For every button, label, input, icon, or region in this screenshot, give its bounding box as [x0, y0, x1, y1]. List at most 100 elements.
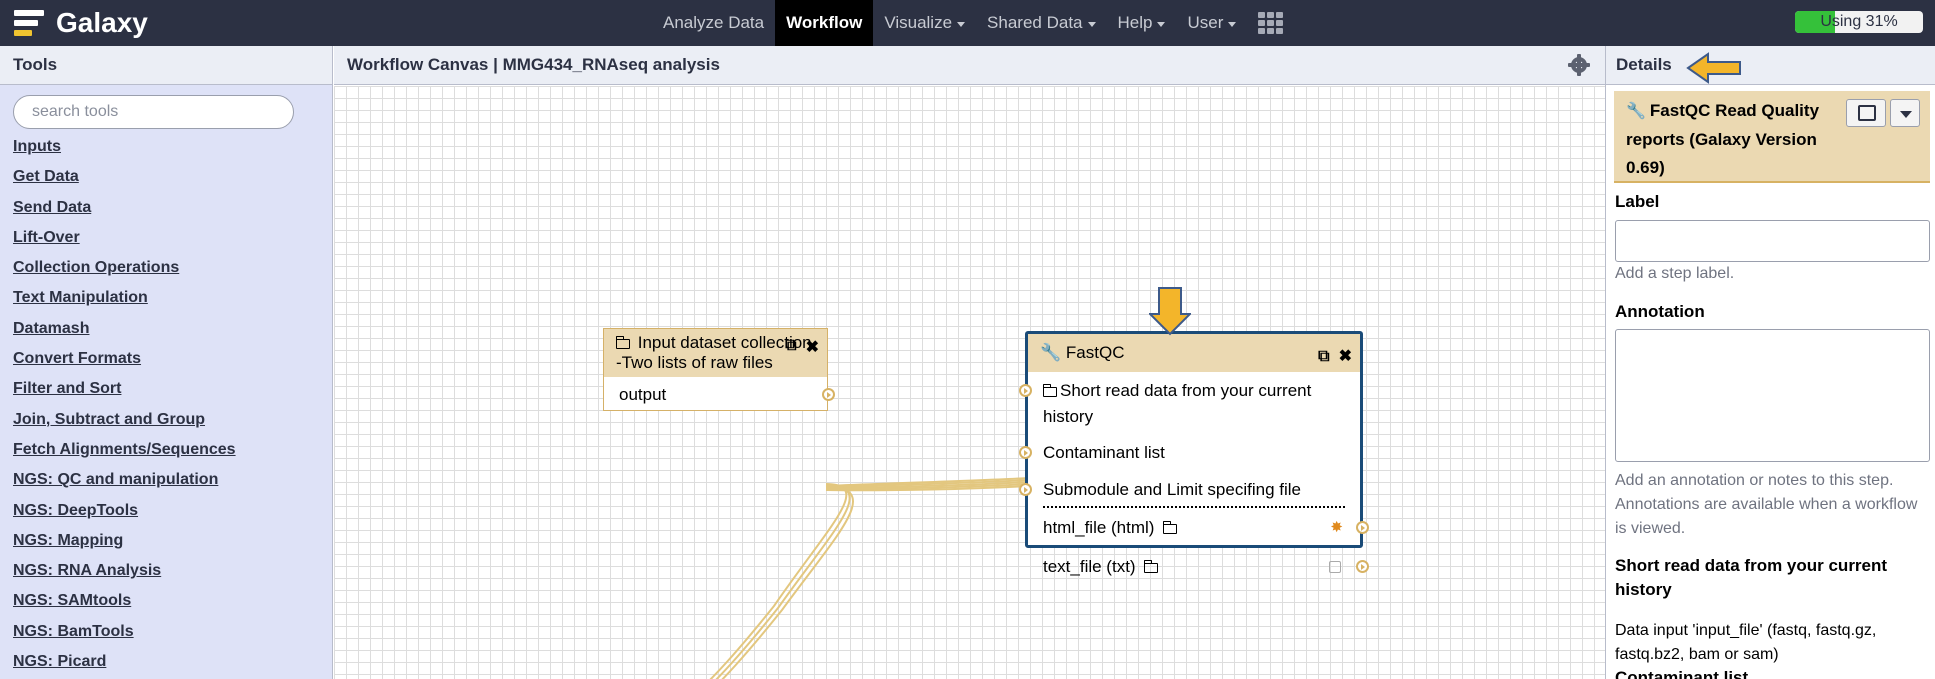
- close-icon[interactable]: ✖: [1339, 342, 1352, 372]
- workflow-node-input[interactable]: Input dataset collection -Two lists of r…: [603, 328, 835, 413]
- tool-section-link[interactable]: Collection Operations: [13, 259, 179, 276]
- connection-lines: [709, 477, 1030, 679]
- workflow-center-panel: Workflow Canvas | MMG434_RNAseq analysis…: [334, 46, 1605, 679]
- folder-icon: [1143, 560, 1159, 573]
- node-output-row: html_file (html) ✸: [1028, 508, 1369, 548]
- caret-down-icon: [1087, 21, 1096, 27]
- details-panel: Details 🔧 FastQC Read Quality reports (Ga…: [1605, 46, 1935, 679]
- tool-section-link[interactable]: Datamash: [13, 320, 89, 337]
- left-arrow-icon: [1686, 52, 1741, 84]
- input-section-heading: Short read data from your current histor…: [1615, 556, 1888, 599]
- canvas-title: Workflow Canvas | MMG434_RNAseq analysis: [347, 55, 720, 74]
- brand-link[interactable]: Galaxy: [14, 0, 148, 46]
- tool-section[interactable]: Lift-Over: [13, 222, 236, 252]
- annotation-textarea[interactable]: [1615, 329, 1930, 462]
- masthead: Galaxy Analyze Data Workflow Visualize S…: [0, 0, 1935, 46]
- output-label: output: [619, 385, 667, 404]
- tool-versions-button[interactable]: [1846, 99, 1886, 127]
- annotation-heading: Annotation: [1615, 302, 1705, 321]
- tool-section[interactable]: NGS: DeepTools: [13, 495, 236, 525]
- tool-section[interactable]: Get Data: [13, 161, 236, 191]
- tool-section-link[interactable]: NGS: Picard: [13, 653, 106, 670]
- input-terminal[interactable]: [1019, 384, 1032, 397]
- node-input-row: Short read data from your current histor…: [1019, 372, 1360, 434]
- input-label: Submodule and Limit specifing file: [1043, 480, 1301, 499]
- copy-icon[interactable]: ⧉: [785, 337, 796, 357]
- tool-section[interactable]: Join, Subtract and Group: [13, 404, 236, 434]
- nav-user[interactable]: User: [1176, 0, 1247, 46]
- nav-shared-data[interactable]: Shared Data: [976, 0, 1106, 46]
- checkbox-icon[interactable]: [1329, 561, 1341, 573]
- input-terminal[interactable]: [1019, 483, 1032, 496]
- tool-section-link[interactable]: Text Manipulation: [13, 289, 148, 306]
- node-actions: ⧉ ✖: [785, 337, 819, 357]
- details-title: Details: [1616, 55, 1672, 74]
- nav-visualize[interactable]: Visualize: [873, 0, 976, 46]
- tool-section[interactable]: NGS: BamTools: [13, 616, 236, 646]
- output-terminal[interactable]: [1356, 521, 1369, 534]
- tool-section[interactable]: NGS: Mapping: [13, 525, 236, 555]
- nav-apps[interactable]: [1247, 0, 1294, 46]
- close-icon[interactable]: ✖: [806, 337, 819, 357]
- tool-section-link[interactable]: NGS: RNA Analysis: [13, 562, 161, 579]
- output-terminal[interactable]: [1356, 560, 1369, 573]
- tool-options-dropdown[interactable]: [1890, 99, 1920, 127]
- tool-section[interactable]: Send Data: [13, 192, 236, 222]
- output-terminal[interactable]: [822, 388, 835, 401]
- nav-workflow[interactable]: Workflow: [775, 0, 874, 46]
- tool-section[interactable]: Convert Formats: [13, 343, 236, 373]
- asterisk-icon[interactable]: ✸: [1330, 508, 1343, 548]
- node-header[interactable]: Input dataset collection -Two lists of r…: [604, 329, 827, 377]
- tool-section-link[interactable]: NGS: SAMtools: [13, 592, 131, 609]
- quota-meter[interactable]: Using 31%: [1795, 11, 1923, 33]
- tool-section[interactable]: NGS: QC and manipulation: [13, 464, 236, 494]
- step-label-input[interactable]: [1615, 220, 1930, 262]
- node-header[interactable]: 🔧 FastQC ⧉ ✖: [1028, 334, 1360, 372]
- tool-section-link[interactable]: Fetch Alignments/Sequences: [13, 441, 236, 458]
- tool-section-link[interactable]: Join, Subtract and Group: [13, 411, 205, 428]
- workflow-canvas[interactable]: Input dataset collection -Two lists of r…: [334, 86, 1605, 679]
- down-arrow-icon: [1149, 287, 1191, 336]
- tool-section[interactable]: Collection Operations: [13, 252, 236, 282]
- copy-icon[interactable]: ⧉: [1318, 342, 1329, 372]
- tool-section-link[interactable]: Convert Formats: [13, 350, 141, 367]
- tool-section-link[interactable]: NGS: DeepTools: [13, 502, 138, 519]
- tool-section[interactable]: NGS: SAMtools: [13, 585, 236, 615]
- node-title: FastQC: [1065, 343, 1125, 362]
- tool-panel: Tools Inputs Get Data Send Data Lift-Ove…: [0, 46, 333, 679]
- input-label: Contaminant list: [1043, 443, 1165, 462]
- tool-title-box: 🔧 FastQC Read Quality reports (Galaxy Ver…: [1614, 91, 1930, 183]
- node-actions: ⧉ ✖: [1318, 342, 1352, 372]
- folder-icon: [615, 336, 630, 349]
- tool-section-link[interactable]: Lift-Over: [13, 229, 80, 246]
- folder-icon: [1042, 384, 1057, 397]
- workflow-node-fastqc[interactable]: 🔧 FastQC ⧉ ✖ Short read data from your c…: [1019, 331, 1369, 576]
- nav-help[interactable]: Help: [1107, 0, 1177, 46]
- main-nav: Analyze Data Workflow Visualize Shared D…: [652, 0, 1294, 46]
- tool-section[interactable]: NGS: Picard: [13, 646, 236, 676]
- tool-search-input[interactable]: [13, 95, 294, 129]
- caret-down-icon: [1157, 21, 1166, 27]
- node-output-row: output: [604, 377, 835, 413]
- nav-analyze-data[interactable]: Analyze Data: [652, 0, 775, 46]
- tool-section-link[interactable]: Send Data: [13, 199, 91, 216]
- tool-section[interactable]: Filter and Sort: [13, 373, 236, 403]
- tool-section-link[interactable]: Get Data: [13, 168, 79, 185]
- tool-section-link[interactable]: NGS: BamTools: [13, 623, 134, 640]
- annotation-help-text: Add an annotation or notes to this step.…: [1615, 472, 1918, 537]
- tool-section[interactable]: Inputs: [13, 131, 236, 161]
- input-terminal[interactable]: [1019, 446, 1032, 459]
- tool-section[interactable]: Fetch Alignments/Sequences: [13, 434, 236, 464]
- cubes-icon: [1858, 105, 1876, 121]
- folder-icon: [1162, 521, 1178, 534]
- tool-section-link[interactable]: NGS: QC and manipulation: [13, 471, 218, 488]
- tool-section[interactable]: Text Manipulation: [13, 282, 236, 312]
- gear-icon[interactable]: [1568, 54, 1590, 76]
- wrench-icon: 🔧: [1626, 103, 1646, 120]
- tool-section[interactable]: Datamash: [13, 313, 236, 343]
- details-header: Details: [1606, 46, 1935, 85]
- tool-section-link[interactable]: Filter and Sort: [13, 380, 121, 397]
- tool-section-link[interactable]: NGS: Mapping: [13, 532, 123, 549]
- tool-section[interactable]: NGS: RNA Analysis: [13, 555, 236, 585]
- tool-section-link[interactable]: Inputs: [13, 138, 61, 155]
